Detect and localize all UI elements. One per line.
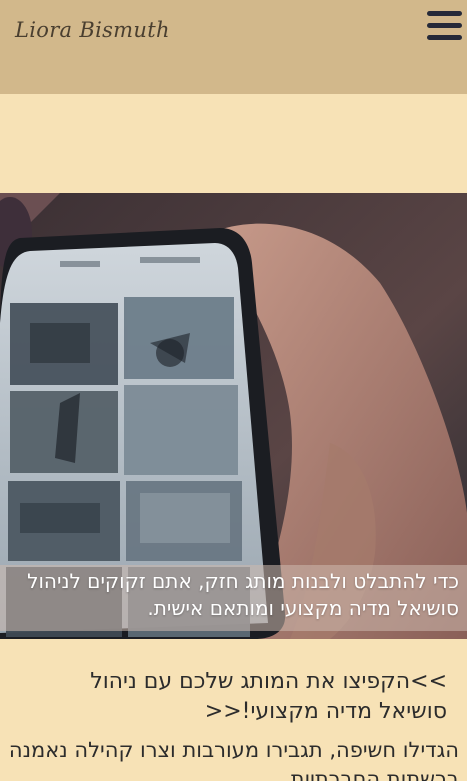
promo-headline: >>הקפיצו את המותג שלכם עם ניהול סושיאל מ… (90, 669, 447, 724)
hero-caption: כדי להתבלט ולבנות מותג חזק, אתם זקוקים ל… (0, 565, 467, 631)
site-header: Liora Bismuth (0, 0, 467, 94)
menu-line (427, 35, 462, 40)
site-logo[interactable]: Liora Bismuth (15, 18, 170, 42)
hero-banner: כדי להתבלט ולבנות מותג חזק, אתם זקוקים ל… (0, 193, 467, 639)
menu-line (427, 23, 462, 28)
hamburger-menu-icon[interactable] (427, 8, 463, 44)
menu-line (427, 11, 462, 16)
promo-subtext: הגדילו חשיפה, תגבירו מעורבות וצרו קהילה … (8, 738, 459, 781)
